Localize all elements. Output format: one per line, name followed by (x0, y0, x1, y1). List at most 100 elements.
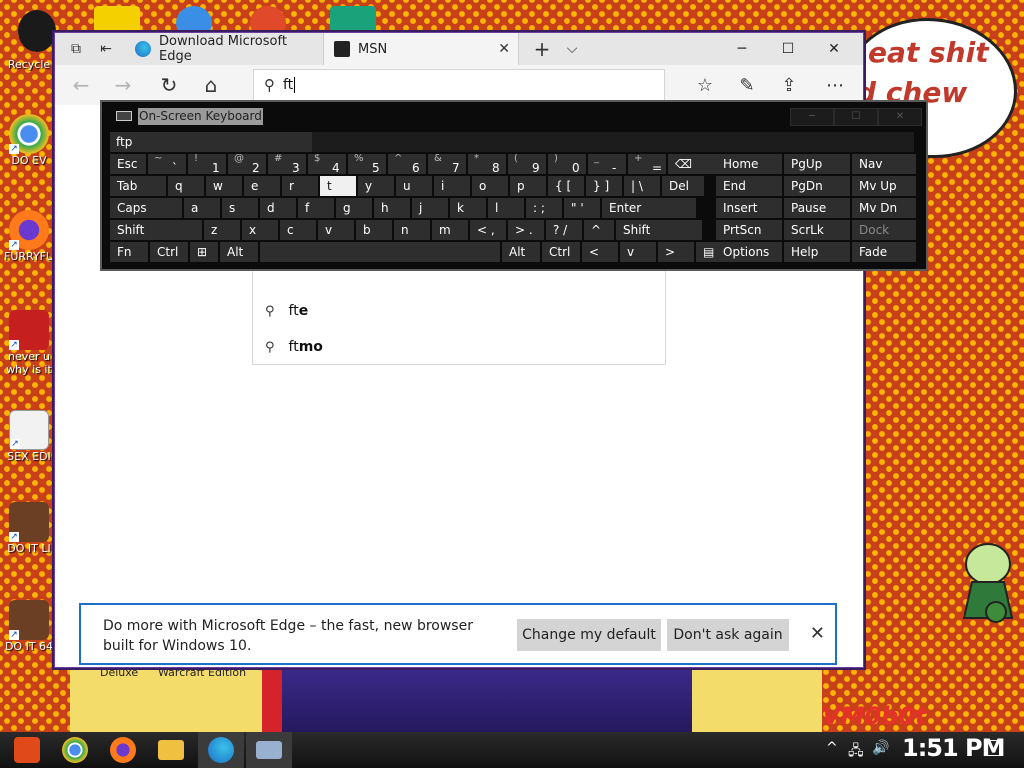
action-center-icon[interactable] (984, 740, 1002, 756)
close-tab-icon[interactable]: ✕ (498, 41, 510, 57)
key-7[interactable]: & 7 (428, 154, 466, 174)
key-j[interactable]: j (412, 198, 448, 218)
key-u[interactable]: u (396, 176, 432, 196)
key-: ;[interactable]: : ; (526, 198, 562, 218)
key-Tab[interactable]: Tab (110, 176, 166, 196)
key-Caps[interactable]: Caps (110, 198, 182, 218)
suggestion-item[interactable]: ⚲ ft mo (265, 339, 323, 355)
tab-download-edge[interactable]: Download Microsoft Edge (125, 33, 323, 65)
key-space[interactable] (260, 242, 500, 262)
desktop-icon-firefox[interactable]: ↗ FURRYFU (4, 210, 54, 263)
key-PgUp[interactable]: PgUp (784, 154, 850, 174)
key-i[interactable]: i (434, 176, 470, 196)
network-icon[interactable]: 🖧 (848, 740, 864, 764)
key-3[interactable]: #3 (268, 154, 306, 174)
start-button[interactable] (4, 732, 50, 768)
key-f[interactable]: f (298, 198, 334, 218)
address-input-value[interactable]: ft (283, 77, 293, 93)
key-⊞[interactable]: ⊞ (190, 242, 218, 262)
key-g[interactable]: g (336, 198, 372, 218)
key-9[interactable]: (9 (508, 154, 546, 174)
tab-manager-icon[interactable]: ⧉ (61, 33, 91, 65)
key-s[interactable]: s (222, 198, 258, 218)
osk-maximize-icon[interactable]: ☐ (834, 108, 878, 126)
taskbar-file-explorer[interactable] (148, 732, 194, 768)
key-Insert[interactable]: Insert (716, 198, 782, 218)
key-ScrLk[interactable]: ScrLk (784, 220, 850, 240)
address-bar[interactable]: ⚲ ft (253, 69, 665, 101)
desktop-icon-painting[interactable]: ↗ DO IT LI (4, 502, 54, 555)
desktop-icon-chrome[interactable]: ↗ DO EV (4, 114, 54, 167)
pen-icon[interactable]: ✎ (731, 69, 763, 101)
home-icon[interactable]: ⌂ (195, 69, 227, 101)
key-v[interactable]: v (620, 242, 656, 262)
dont-ask-again-button[interactable]: Don't ask again (667, 619, 789, 651)
osk-close-icon[interactable]: ✕ (878, 108, 922, 126)
key-" '[interactable]: " ' (564, 198, 600, 218)
key-4[interactable]: $4 (308, 154, 346, 174)
share-icon[interactable]: ⇪ (773, 69, 805, 101)
key-^[interactable]: ^ (584, 220, 614, 240)
key-} ][interactable]: } ] (586, 176, 622, 196)
key-PgDn[interactable]: PgDn (784, 176, 850, 196)
key-| \[interactable]: | \ (624, 176, 660, 196)
desktop-icon-devcpp[interactable]: ↗ never u why is it (4, 310, 54, 376)
key-6[interactable]: ^ 6 (388, 154, 426, 174)
desktop-icon-recycle-bin[interactable]: Recycle (4, 58, 54, 71)
key-x[interactable]: x (242, 220, 278, 240)
key-5[interactable]: % 5 (348, 154, 386, 174)
key-Help[interactable]: Help (784, 242, 850, 262)
taskbar-chrome[interactable] (52, 732, 98, 768)
key-Shift[interactable]: Shift (616, 220, 702, 240)
volume-icon[interactable]: 🔊 (872, 740, 889, 756)
desktop-icon-painting-64[interactable]: ↗ DO IT 64 (4, 600, 54, 653)
key-Enter[interactable]: Enter (602, 198, 696, 218)
key-`[interactable]: ~ ` (148, 154, 186, 174)
key-Options[interactable]: Options (716, 242, 782, 262)
key-r[interactable]: r (282, 176, 318, 196)
change-default-button[interactable]: Change my default (517, 619, 661, 651)
key-Nav[interactable]: Nav (852, 154, 916, 174)
set-tabs-aside-icon[interactable]: ⇤ (91, 33, 121, 65)
key-d[interactable]: d (260, 198, 296, 218)
key-Mv Dn[interactable]: Mv Dn (852, 198, 916, 218)
suggestion-item[interactable]: ⚲ ft e (265, 303, 308, 319)
key-h[interactable]: h (374, 198, 410, 218)
key-e[interactable]: e (244, 176, 280, 196)
key-Alt[interactable]: Alt (220, 242, 258, 262)
taskbar-edge[interactable] (198, 732, 244, 768)
key-o[interactable]: o (472, 176, 508, 196)
key-q[interactable]: q (168, 176, 204, 196)
chevron-down-icon[interactable]: ⌵ (557, 33, 587, 65)
key-Alt[interactable]: Alt (502, 242, 540, 262)
key-<[interactable]: < (582, 242, 618, 262)
key-b[interactable]: b (356, 220, 392, 240)
key-PrtScn[interactable]: PrtScn (716, 220, 782, 240)
key-t[interactable]: t (320, 176, 356, 196)
key-< ,[interactable]: < , (470, 220, 506, 240)
key-m[interactable]: m (432, 220, 468, 240)
taskbar-osk[interactable] (246, 732, 292, 768)
new-tab-icon[interactable]: + (527, 33, 557, 65)
key-1[interactable]: ! 1 (188, 154, 226, 174)
key-Esc[interactable]: Esc (110, 154, 146, 174)
close-banner-icon[interactable]: ✕ (810, 623, 825, 644)
key-Dock[interactable]: Dock (852, 220, 916, 240)
desktop-icon-hex-editor[interactable]: ↗ SEX EDI (4, 410, 54, 463)
key-? /[interactable]: ? / (546, 220, 582, 240)
key-n[interactable]: n (394, 220, 430, 240)
recycle-bin-icon[interactable] (18, 10, 56, 52)
tab-msn[interactable]: MSN ✕ (323, 33, 519, 65)
key->[interactable]: > (658, 242, 694, 262)
prediction-ftp[interactable]: ftp (110, 132, 312, 152)
key-Ctrl[interactable]: Ctrl (150, 242, 188, 262)
key-p[interactable]: p (510, 176, 546, 196)
chevron-up-icon[interactable]: ^ (826, 740, 838, 756)
key-v[interactable]: v (318, 220, 354, 240)
key-> .[interactable]: > . (508, 220, 544, 240)
key-=[interactable]: + = (628, 154, 666, 174)
refresh-icon[interactable]: ↻ (153, 69, 185, 101)
key-y[interactable]: y (358, 176, 394, 196)
key-{ [[interactable]: { [ (548, 176, 584, 196)
more-icon[interactable]: ⋯ (819, 69, 851, 101)
